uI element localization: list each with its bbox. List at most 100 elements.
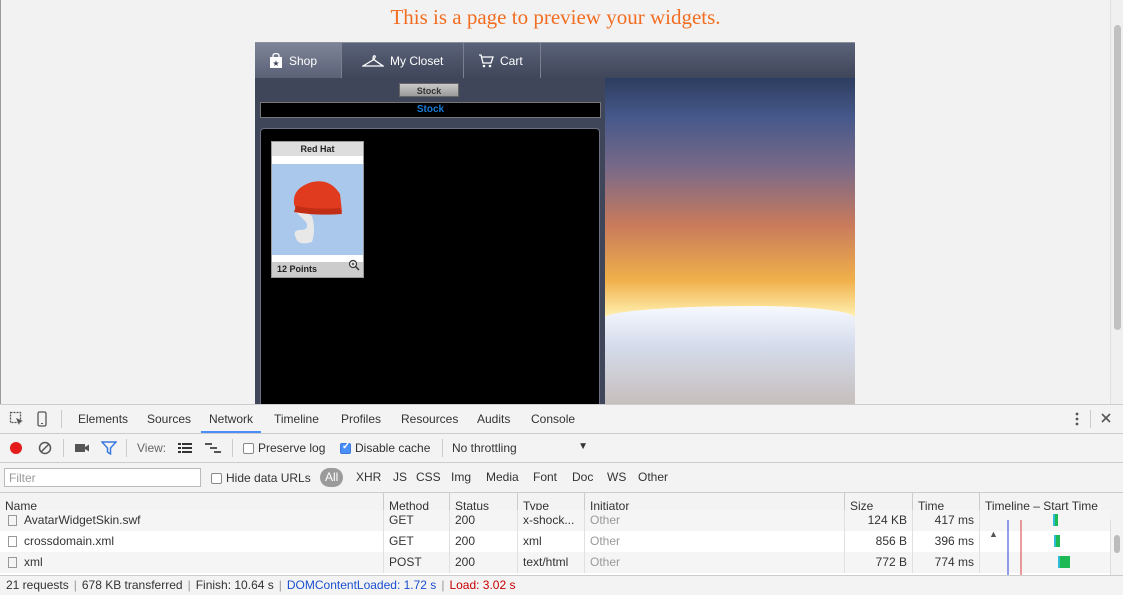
stock-items-panel: Red Hat 12 Points bbox=[260, 128, 600, 404]
throttling-select[interactable]: No throttling ▼ bbox=[452, 441, 588, 455]
cell-status: 200 bbox=[450, 531, 518, 552]
cell-timeline bbox=[980, 552, 1111, 573]
cell-time: 774 ms bbox=[913, 552, 980, 573]
tab-audits[interactable]: Audits bbox=[469, 405, 518, 433]
file-icon bbox=[8, 536, 17, 548]
tab-shop-label: Shop bbox=[289, 53, 318, 68]
table-row[interactable]: xml POST 200 text/html Other 772 B 774 m… bbox=[0, 552, 1111, 573]
filter-icon[interactable] bbox=[101, 441, 117, 455]
request-name: AvatarWidgetSkin.swf bbox=[24, 513, 141, 527]
transferred-size: 678 KB transferred bbox=[81, 578, 183, 592]
zoom-icon[interactable] bbox=[348, 258, 360, 276]
stock-category-bar[interactable]: Stock bbox=[260, 102, 601, 118]
svg-text:★: ★ bbox=[272, 59, 279, 68]
filter-type-other[interactable]: Other bbox=[638, 468, 668, 487]
request-name: xml bbox=[24, 555, 43, 569]
snow-ground bbox=[605, 306, 855, 404]
close-icon[interactable] bbox=[1100, 412, 1112, 424]
filter-type-ws[interactable]: WS bbox=[607, 468, 626, 487]
table-scrollbar-thumb[interactable] bbox=[1114, 535, 1120, 553]
table-row[interactable]: crossdomain.xml GET 200 xml Other 856 B … bbox=[0, 531, 1111, 552]
filter-input[interactable] bbox=[4, 468, 201, 487]
tab-profiles[interactable]: Profiles bbox=[333, 405, 389, 433]
finish-time: Finish: 10.64 s bbox=[195, 578, 274, 592]
toolbar-separator bbox=[126, 439, 127, 457]
filter-type-media[interactable]: Media bbox=[486, 468, 519, 487]
page-scrollbar[interactable] bbox=[1110, 0, 1123, 404]
devtools-tab-bar: Elements Sources Network Timeline Profil… bbox=[0, 405, 1123, 434]
table-row[interactable]: AvatarWidgetSkin.swf GET 200 x-shock... … bbox=[0, 510, 1111, 531]
page-title: This is a page to preview your widgets. bbox=[390, 5, 721, 29]
shopping-bag-icon: ★ bbox=[269, 52, 283, 69]
filter-type-font[interactable]: Font bbox=[533, 468, 557, 487]
preserve-log-checkbox[interactable]: Preserve log bbox=[243, 441, 325, 455]
tab-shop[interactable]: ★ Shop bbox=[255, 43, 342, 78]
tab-timeline[interactable]: Timeline bbox=[266, 405, 327, 433]
disable-cache-label: Disable cache bbox=[355, 441, 431, 455]
cell-initiator: Other bbox=[585, 510, 845, 531]
tab-console[interactable]: Console bbox=[523, 405, 583, 433]
filter-bar: Hide data URLs All XHR JS CSS Img Media … bbox=[0, 463, 1123, 493]
preview-page: This is a page to preview your widgets. … bbox=[0, 0, 1123, 404]
tab-cart-label: Cart bbox=[500, 53, 523, 68]
disable-cache-checkbox[interactable]: Disable cache bbox=[340, 441, 430, 455]
toolbar-separator bbox=[232, 439, 233, 457]
file-icon bbox=[8, 515, 17, 527]
throttling-value: No throttling bbox=[452, 441, 517, 455]
cell-method: POST bbox=[384, 552, 450, 573]
request-name: crossdomain.xml bbox=[24, 534, 115, 548]
toolbar-separator bbox=[63, 439, 64, 457]
cell-name: AvatarWidgetSkin.swf bbox=[0, 510, 384, 531]
timeline-bar bbox=[1053, 514, 1058, 526]
cell-size: 772 B bbox=[845, 552, 913, 573]
timeline-bar bbox=[1054, 535, 1060, 547]
filter-type-js[interactable]: JS bbox=[393, 468, 407, 487]
filter-type-all[interactable]: All bbox=[320, 468, 344, 487]
waterfall-view-icon[interactable] bbox=[204, 442, 222, 454]
checkbox-box[interactable] bbox=[211, 472, 222, 484]
cell-size: 856 B bbox=[845, 531, 913, 552]
large-rows-icon[interactable] bbox=[177, 442, 193, 454]
filter-type-xhr[interactable]: XHR bbox=[356, 468, 381, 487]
filter-type-img[interactable]: Img bbox=[451, 468, 471, 487]
tab-sources[interactable]: Sources bbox=[139, 405, 199, 433]
more-options-icon[interactable] bbox=[1074, 411, 1080, 427]
cell-method: GET bbox=[384, 531, 450, 552]
hanger-icon bbox=[362, 54, 384, 68]
checkbox-box-checked[interactable] bbox=[340, 441, 351, 454]
toolbar-separator bbox=[61, 410, 62, 428]
request-count: 21 requests bbox=[6, 578, 69, 592]
camera-icon[interactable] bbox=[74, 442, 90, 454]
tab-cart[interactable]: Cart bbox=[464, 43, 541, 78]
view-label: View: bbox=[137, 441, 167, 455]
cell-time: 417 ms bbox=[913, 510, 980, 531]
cell-timeline bbox=[980, 531, 1111, 552]
record-icon[interactable] bbox=[9, 441, 23, 455]
item-card-red-hat[interactable]: Red Hat 12 Points bbox=[271, 141, 364, 278]
page-scrollbar-thumb[interactable] bbox=[1114, 25, 1121, 330]
network-toolbar: View: Preserve log Disable cache No thro… bbox=[0, 434, 1123, 463]
clear-icon[interactable] bbox=[38, 441, 52, 455]
widget-tab-bar: ★ Shop My Closet Cart bbox=[255, 42, 855, 78]
filter-type-doc[interactable]: Doc bbox=[572, 468, 593, 487]
stock-button[interactable]: Stock bbox=[399, 83, 459, 97]
devtools-panel: Elements Sources Network Timeline Profil… bbox=[0, 404, 1123, 594]
cart-icon bbox=[478, 53, 494, 68]
filter-type-css[interactable]: CSS bbox=[416, 468, 441, 487]
cell-method: GET bbox=[384, 510, 450, 531]
tab-my-closet-label: My Closet bbox=[390, 53, 444, 68]
hide-data-urls-label: Hide data URLs bbox=[226, 471, 311, 485]
item-name: Red Hat bbox=[272, 142, 363, 156]
tab-my-closet[interactable]: My Closet bbox=[342, 43, 464, 78]
table-scrollbar[interactable] bbox=[1110, 520, 1123, 575]
tab-network[interactable]: Network bbox=[201, 405, 262, 433]
cell-type: x-shock... bbox=[518, 510, 585, 531]
inspect-element-icon[interactable] bbox=[9, 411, 25, 427]
device-mode-icon[interactable] bbox=[36, 411, 48, 427]
tab-resources[interactable]: Resources bbox=[393, 405, 466, 433]
tab-elements[interactable]: Elements bbox=[70, 405, 136, 433]
cell-status: 200 bbox=[450, 552, 518, 573]
file-icon bbox=[8, 557, 17, 569]
hide-data-urls-checkbox[interactable]: Hide data URLs bbox=[211, 471, 311, 485]
checkbox-box[interactable] bbox=[243, 442, 254, 454]
